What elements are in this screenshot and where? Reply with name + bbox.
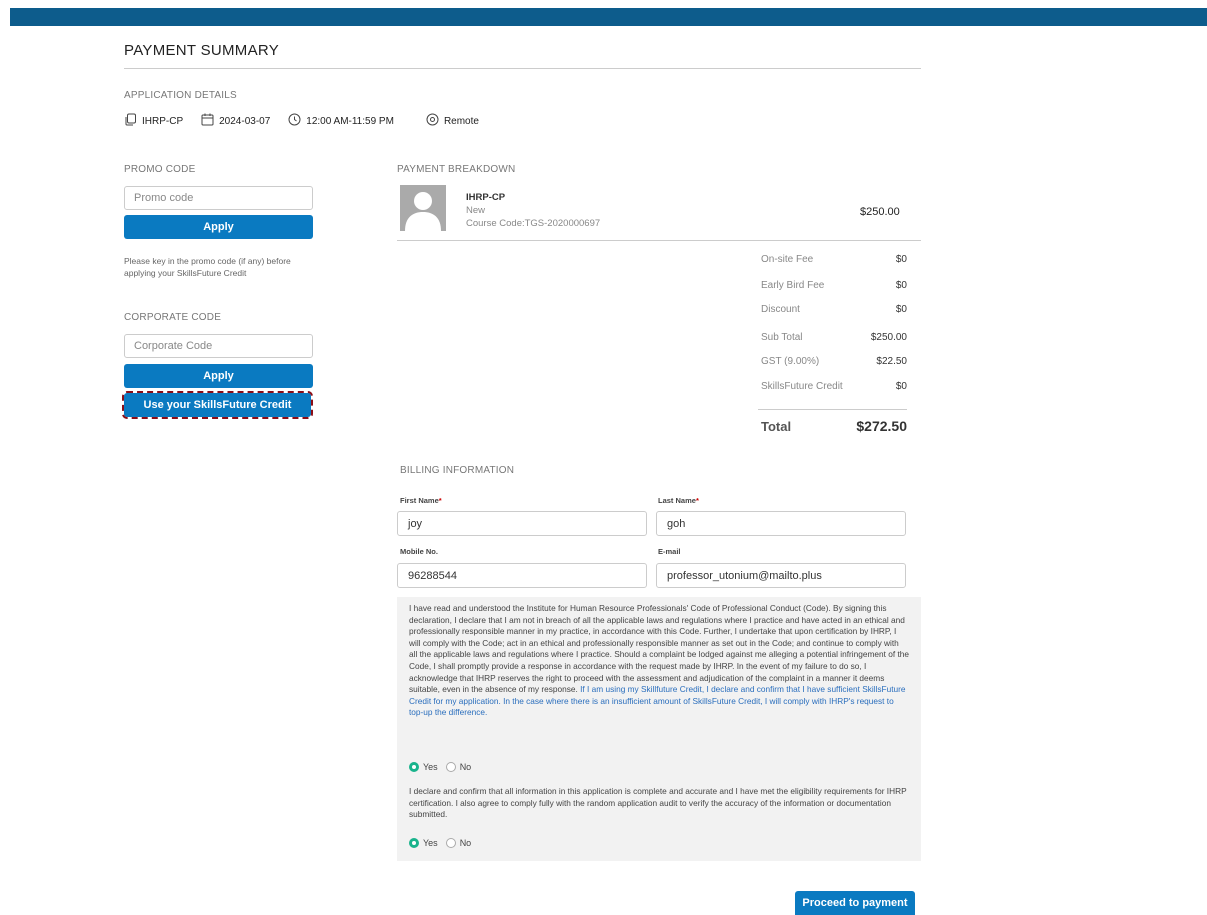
total-label: Total [761, 419, 792, 434]
user-placeholder-icon [405, 192, 441, 231]
promo-help-text: Please key in the promo code (if any) be… [124, 256, 291, 278]
fee-value: $0 [895, 254, 907, 265]
proceed-to-payment-button[interactable]: Proceed to payment [795, 891, 915, 915]
item-name: IHRP-CP [466, 192, 506, 203]
yes-label: Yes [423, 838, 438, 848]
code-of-conduct-declaration: I have read and understood the Institute… [409, 603, 909, 718]
eligibility-declaration: I declare and confirm that all informati… [409, 786, 907, 820]
corporate-code-input[interactable]: Corporate Code [124, 334, 313, 358]
fee-label: GST (9.00%) [761, 356, 820, 367]
detail-location: Remote [426, 113, 479, 129]
declaration-1-options: Yes No [409, 762, 479, 772]
application-details-label: APPLICATION DETAILS [124, 90, 237, 101]
item-divider [397, 240, 921, 241]
page-title: PAYMENT SUMMARY [124, 42, 280, 59]
fee-label: Discount [761, 304, 800, 315]
mobile-field[interactable]: 96288544 [397, 563, 647, 588]
no-label: No [459, 762, 472, 772]
item-price: $250.00 [860, 206, 900, 218]
item-status: New [466, 205, 486, 216]
mobile-label: Mobile No. [400, 547, 438, 556]
no-radio[interactable] [445, 838, 456, 848]
application-details: IHRP-CP 2024-03-07 12:00 AM-11:59 PM Rem… [124, 113, 497, 129]
course-date: 2024-03-07 [219, 115, 271, 127]
promo-apply-button[interactable]: Apply [124, 215, 313, 239]
first-name-field[interactable]: joy [397, 511, 647, 536]
fee-value: $22.50 [876, 356, 907, 367]
skillsfuture-credit-button[interactable]: Use your SkillsFuture Credit [122, 391, 313, 419]
no-label: No [459, 838, 472, 848]
yes-radio[interactable] [409, 838, 419, 848]
corporate-code-label: CORPORATE CODE [124, 312, 222, 323]
email-field[interactable]: professor_utonium@mailto.plus [656, 563, 906, 588]
fee-label: On-site Fee [761, 254, 814, 265]
total-divider [758, 409, 907, 410]
fee-label: SkillsFuture Credit [761, 381, 843, 392]
copy-icon [124, 113, 142, 129]
fee-value: $0 [895, 280, 907, 291]
billing-information-label: BILLING INFORMATION [400, 465, 515, 476]
promo-code-label: PROMO CODE [124, 164, 196, 175]
title-divider [124, 68, 921, 69]
location-pin-icon [426, 113, 444, 129]
last-name-field[interactable]: goh [656, 511, 906, 536]
course-location: Remote [443, 115, 479, 127]
fee-value: $250.00 [870, 332, 907, 343]
course-name: IHRP-CP [142, 115, 184, 127]
course-time: 12:00 AM-11:59 PM [306, 115, 394, 127]
yes-label: Yes [423, 762, 438, 772]
no-radio[interactable] [445, 762, 456, 772]
first-name-label: First Name* [400, 496, 442, 505]
fee-label: Sub Total [761, 332, 803, 343]
promo-code-input[interactable]: Promo code [124, 186, 313, 210]
yes-radio[interactable] [409, 762, 419, 772]
course-avatar [400, 185, 446, 231]
fee-label: Early Bird Fee [761, 280, 825, 291]
top-header-bar [10, 8, 1207, 26]
detail-date: 2024-03-07 [201, 113, 270, 129]
last-name-label: Last Name* [658, 496, 699, 505]
clock-icon [288, 113, 306, 129]
item-course-code: Course Code:TGS-2020000697 [466, 218, 601, 229]
calendar-icon [201, 113, 219, 129]
fee-value: $0 [895, 381, 907, 392]
corporate-apply-button[interactable]: Apply [124, 364, 313, 388]
email-label: E-mail [658, 547, 681, 556]
total-value: $272.50 [856, 418, 907, 434]
detail-course: IHRP-CP [124, 113, 183, 129]
payment-breakdown-label: PAYMENT BREAKDOWN [397, 164, 516, 175]
fee-value: $0 [895, 304, 907, 315]
declaration-2-options: Yes No [409, 838, 479, 848]
detail-time: 12:00 AM-11:59 PM [288, 113, 394, 129]
